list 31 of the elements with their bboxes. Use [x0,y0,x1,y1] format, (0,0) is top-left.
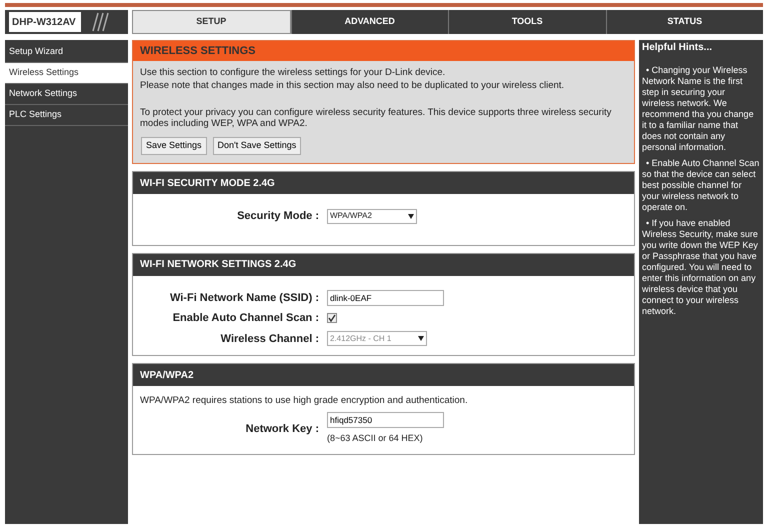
sidebar-item[interactable]: Wireless Settings [5,63,128,84]
hint-text: • Enable Auto Channel Scan so that the device can select best possible channel for your wireless network to operate on. [642,158,760,213]
intro-text: To protect your privacy you can configure wireless security features. This device supports three wireless security modes including WEP, WPA and WPA2. [140,107,612,129]
field-label: Enable Auto Channel Scan : [172,311,319,326]
hint-text: • Changing your Wireless Network Name is the first step in securing your wireless network. We recommend tha you change it to a familiar name that does not contain any personal information. [642,65,755,153]
section-header: WI-FI SECURITY MODE 2.4G [133,172,634,194]
field-label: Wi-Fi Network Name (SSID) : [168,290,319,306]
sidebar-item[interactable]: PLC Settings [5,105,128,126]
nav-tab[interactable]: SETUP [132,10,290,34]
field-label: Wireless Channel : [220,332,319,346]
caret-icon [418,336,424,342]
action-button[interactable]: Save Settings [141,137,207,155]
input-field[interactable]: hfiqd57350 [327,412,444,428]
action-button[interactable]: Don't Save Settings [212,137,302,155]
section-header: WPA/WPA2 [133,364,634,386]
input-field[interactable]: dlink-0EAF [327,290,444,306]
device-model: DHP-W312AV [9,12,81,32]
sidebar-item[interactable]: Network Settings [5,84,128,105]
intro-text: Please note that changes made in this section may also need to be duplicated to your wireless client. [140,80,566,91]
dropdown[interactable]: WPA/WPA2 [327,208,417,224]
field-label: Security Mode : [236,209,319,224]
hint-text: (8~63 ASCII or 64 HEX) [327,432,424,446]
intro-text: Use this section to configure the wireless settings for your D-Link device. [140,67,446,78]
section-description: WPA/WPA2 requires stations to use high grade encryption and authentication. [139,394,469,408]
section-header: WI-FI NETWORK SETTINGS 2.4G [133,254,634,276]
checkbox[interactable] [327,313,337,324]
section-header: WIRELESS SETTINGS [133,41,634,61]
hint-text: • If you have enabled Wireless Security, make sure you write down the WEP Key or Passphrase that you have configured. You will need to enter this information on any wireless device that you connect to your wireless network. [642,218,759,317]
hints-title: Helpful Hints... [642,42,713,53]
caret-icon [408,214,414,219]
field-label: Network Key : [244,422,319,437]
